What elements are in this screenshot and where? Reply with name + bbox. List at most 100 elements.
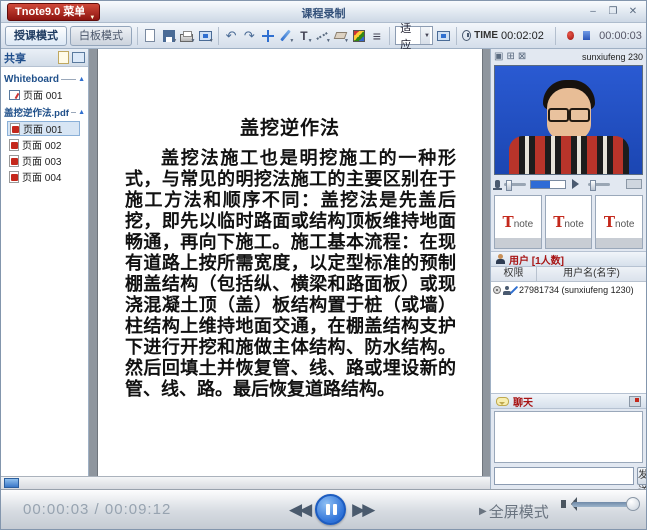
tree-item-label: 页面 002 (22, 137, 61, 152)
tree-group-whiteboard[interactable]: Whiteboard ▲ (4, 74, 85, 85)
new-page-button[interactable] (143, 26, 158, 46)
mic-volume-slider[interactable] (504, 183, 526, 186)
tab-teach-mode[interactable]: 授课模式 (5, 26, 67, 46)
volume-slider-knob[interactable] (626, 497, 640, 511)
tree-item-whiteboard-page[interactable]: 页面 001 (7, 87, 86, 102)
tree-item-label: 页面 001 (23, 87, 62, 102)
eraser-tool-button[interactable]: ▼ (333, 26, 348, 46)
horizontal-scrollbar[interactable] (1, 476, 490, 489)
record-icon[interactable] (567, 31, 574, 40)
divider (61, 79, 76, 80)
tree-item-pdf-page-4[interactable]: 页面 004 (7, 169, 86, 184)
fullscreen-button[interactable]: ▶ 全屏模式 (479, 501, 549, 522)
webcam-permission-icon[interactable] (493, 286, 501, 294)
shape-tool-button[interactable]: ▼ (315, 26, 330, 46)
restore-button[interactable]: ❐ (606, 5, 620, 18)
audio-level-meter (530, 180, 566, 189)
note-thumbnail-3[interactable]: Tnote (595, 195, 643, 249)
collapse-icon[interactable]: ▲ (78, 76, 85, 83)
tree-item-pdf-page-1[interactable]: 页面 001 (7, 121, 80, 136)
clock-icon (462, 30, 471, 41)
time-label: TIME (474, 30, 498, 41)
users-section-header: 用户 [1人数] (491, 251, 646, 267)
pdf-page-icon (9, 155, 19, 167)
pdf-page[interactable]: 盖挖逆作法 盖挖法施工也是明挖施工的一种形式，与常见的明挖法施工的主要区别在于施… (97, 49, 483, 476)
forward-icon[interactable]: ▶▶ (352, 500, 372, 520)
redo-icon: ↷ (244, 28, 255, 44)
color-palette-button[interactable] (351, 26, 366, 46)
user-list-empty (491, 298, 646, 393)
chat-header-label: 聊天 (513, 394, 533, 409)
tree-item-pdf-page-3[interactable]: 页面 003 (7, 153, 86, 168)
document-icon[interactable] (58, 51, 69, 64)
text-tool-icon: T (300, 29, 307, 43)
person-glasses (548, 108, 590, 119)
redo-button[interactable]: ↷ (242, 26, 257, 46)
users-header-label: 用户 [1人数] (509, 252, 564, 267)
tnote-logo-text: note (615, 219, 634, 230)
text-tool-button[interactable]: T▼ (296, 26, 311, 46)
close-video-icon[interactable]: ⊠ (518, 52, 526, 62)
note-thumbnail-1[interactable]: Tnote (494, 195, 542, 249)
close-button[interactable]: ✕ (626, 5, 640, 18)
screen-share-icon[interactable] (72, 52, 85, 63)
tree-item-label: 页面 001 (23, 121, 62, 136)
print-button[interactable]: ▼ (179, 26, 194, 46)
whiteboard-page-icon (9, 90, 20, 100)
tree-item-label: 页面 004 (22, 169, 61, 184)
sidebar-header: 共享 (1, 49, 88, 67)
column-permission: 权限 (491, 267, 537, 281)
collapse-icon[interactable]: ▲ (78, 109, 85, 116)
tab-whiteboard-mode[interactable]: 白板模式 (70, 26, 132, 46)
chevron-down-icon: ▼ (420, 27, 430, 44)
main-toolbar: 授课模式 白板模式 ▼ ▼ ▼ ↶ ↷ ▼ T▼ ▼ ▼ ≡ 适应 ▼ TIME… (1, 23, 646, 49)
line-width-button[interactable]: ≡ (369, 26, 384, 46)
divider (137, 27, 138, 45)
undo-icon: ↶ (226, 28, 237, 44)
note-thumbnails: Tnote Tnote Tnote (491, 193, 646, 251)
group-label: Whiteboard (4, 74, 59, 85)
microphone-icon (495, 180, 500, 188)
undo-button[interactable]: ↶ (223, 26, 238, 46)
chat-section-header: 聊天 (491, 393, 646, 409)
send-button[interactable]: 发送 (637, 467, 647, 485)
chat-messages-area[interactable] (494, 411, 643, 463)
tree-group-pdf[interactable]: 盖挖逆作法.pdf ▲ (4, 105, 85, 119)
pause-button[interactable] (315, 494, 346, 525)
note-thumbnail-2[interactable]: Tnote (545, 195, 593, 249)
chat-input-row: 发送 (491, 465, 646, 489)
tnote-logo-text: note (514, 219, 533, 230)
audio-controls (491, 175, 646, 193)
volume-speaker-icon[interactable] (561, 500, 566, 508)
layout-icon[interactable]: ⊞ (506, 52, 514, 62)
webcam-video[interactable] (494, 65, 643, 175)
video-username: sunxiufeng 230 (582, 52, 643, 62)
rewind-icon[interactable]: ◀◀ (289, 500, 309, 520)
thickness-icon: ≡ (373, 28, 381, 44)
pen-tool-button[interactable]: ▼ (278, 26, 293, 46)
volume-slider[interactable] (572, 502, 638, 507)
zoom-value: 适应 (400, 20, 416, 52)
pen-permission-icon[interactable] (510, 286, 518, 294)
video-header: ▣ ⊞ ⊠ sunxiufeng 230 (491, 49, 646, 65)
move-tool-button[interactable] (260, 26, 275, 46)
audio-settings-button[interactable] (626, 179, 642, 189)
zoom-select[interactable]: 适应 ▼ (395, 26, 433, 45)
scrollbar-thumb[interactable] (4, 478, 19, 488)
speaker-icon (572, 179, 584, 189)
chat-input[interactable] (494, 467, 634, 485)
speaker-volume-slider[interactable] (588, 183, 610, 186)
stop-icon[interactable] (583, 31, 590, 40)
group-label: 盖挖逆作法.pdf (4, 105, 69, 119)
playback-time: 00:00:03 / 00:09:12 (23, 501, 171, 518)
user-row[interactable]: 27981734 (sunxiufeng 1230) (491, 282, 646, 298)
save-button[interactable]: ▼ (161, 26, 176, 46)
tree-item-pdf-page-2[interactable]: 页面 002 (7, 137, 86, 152)
divider (555, 27, 556, 45)
camera-icon[interactable]: ▣ (494, 52, 503, 62)
chat-save-icon[interactable] (629, 396, 641, 407)
minimize-button[interactable]: – (586, 5, 600, 18)
import-media-button[interactable]: ▼ (197, 26, 212, 46)
monitor-button[interactable] (436, 26, 451, 46)
window-title: 课程录制 (1, 5, 646, 21)
